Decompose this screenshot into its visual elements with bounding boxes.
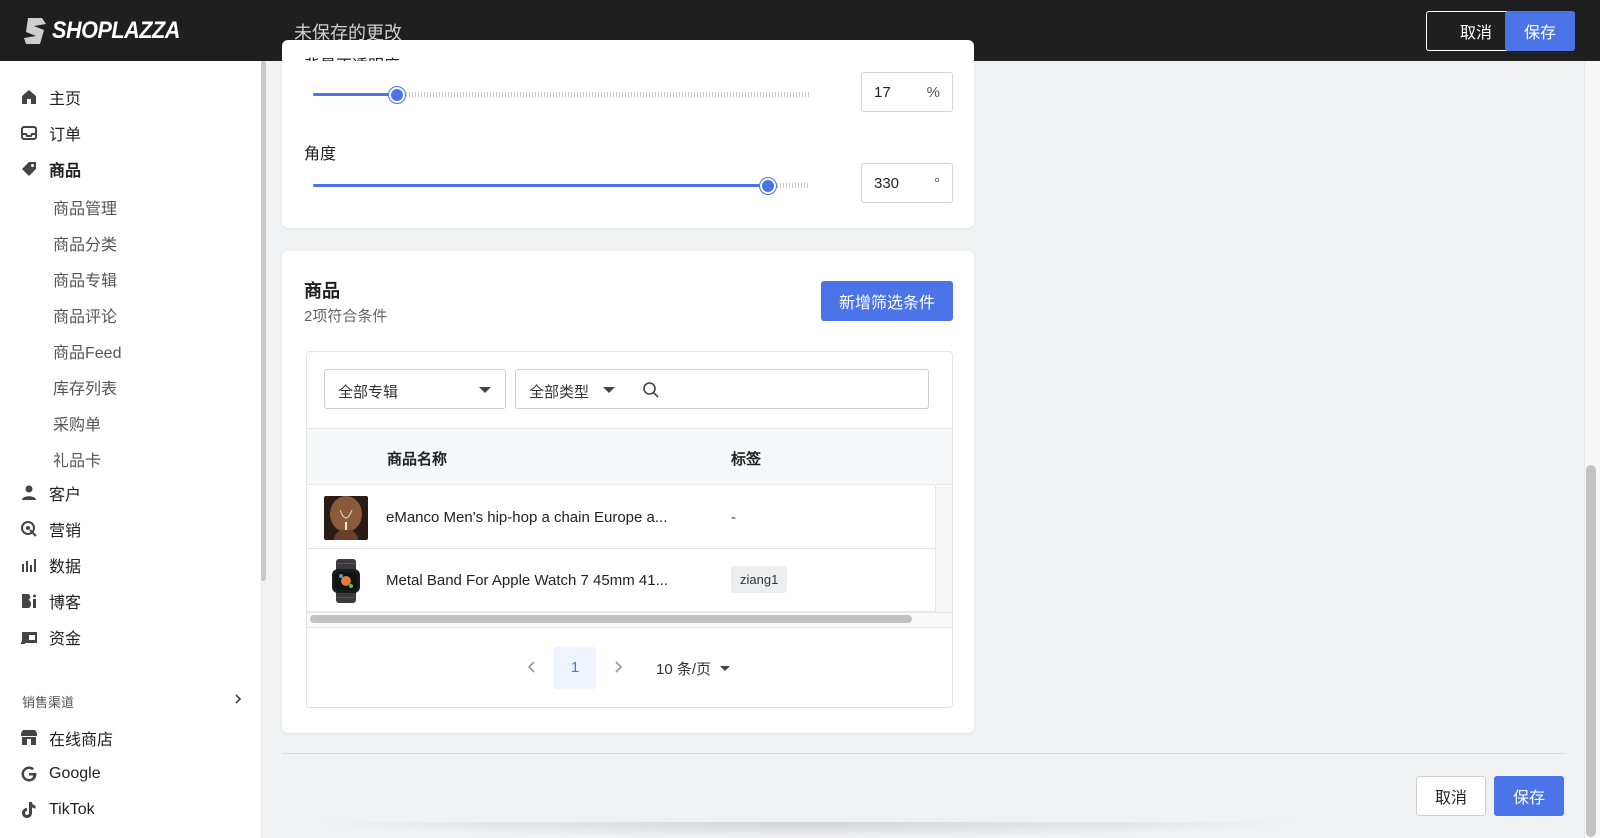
opacity-input[interactable]: 17 % bbox=[861, 72, 953, 112]
sidebar-sub-item-purchase-orders[interactable]: 采购单 bbox=[53, 411, 101, 434]
target-icon bbox=[20, 520, 38, 538]
inbox-icon bbox=[20, 124, 38, 142]
opacity-label: 背景不透明度 bbox=[304, 52, 400, 61]
sidebar-sub-item-gift-cards[interactable]: 礼品卡 bbox=[53, 447, 101, 470]
chevron-left-icon[interactable] bbox=[524, 659, 540, 675]
table-vertical-scroll-gutter bbox=[935, 486, 952, 628]
degree-unit: ° bbox=[934, 175, 940, 192]
sidebar-sub-item-product-feed[interactable]: 商品Feed bbox=[53, 339, 121, 362]
opacity-slider-handle[interactable] bbox=[389, 87, 405, 103]
main-scrollbar[interactable] bbox=[1586, 465, 1596, 837]
tag-icon bbox=[20, 160, 38, 178]
opacity-slider-fill bbox=[313, 93, 397, 96]
caret-down-icon bbox=[720, 666, 731, 671]
footer-divider bbox=[282, 753, 1565, 754]
logo-text: SHOPLAZZA bbox=[52, 17, 180, 44]
blog-icon bbox=[20, 592, 38, 610]
add-filter-button[interactable]: 新增筛选条件 bbox=[821, 281, 953, 321]
sidebar-item-customers[interactable]: 客户 bbox=[20, 481, 81, 505]
percent-unit: % bbox=[926, 84, 940, 101]
chevron-right-icon[interactable] bbox=[610, 659, 626, 675]
products-match-count: 2项符合条件 bbox=[304, 308, 388, 325]
sidebar-item-label: Google bbox=[49, 765, 101, 782]
sidebar-item-label: 资金 bbox=[49, 631, 82, 648]
angle-slider-handle[interactable] bbox=[760, 178, 776, 194]
product-search-input[interactable] bbox=[629, 369, 929, 409]
shoplazza-logo-icon bbox=[24, 18, 46, 44]
type-filter-select[interactable]: 全部类型 bbox=[515, 369, 630, 409]
page-size-value: 10 条/页 bbox=[656, 661, 712, 678]
opacity-slider-track bbox=[397, 92, 809, 97]
sidebar-sub-item-product-collections[interactable]: 商品专辑 bbox=[53, 267, 117, 290]
sidebar-scrollbar[interactable] bbox=[261, 61, 266, 581]
type-filter-value: 全部类型 bbox=[529, 384, 590, 401]
sidebar-item-label: 数据 bbox=[49, 559, 82, 576]
product-name[interactable]: Metal Band For Apple Watch 7 45mm 41... bbox=[386, 572, 668, 589]
bottom-shadow bbox=[300, 822, 1310, 838]
sidebar-item-marketing[interactable]: 营销 bbox=[20, 517, 81, 541]
sidebar-item-label: 商品 bbox=[49, 163, 82, 180]
sidebar-item-label: 主页 bbox=[49, 91, 82, 108]
sidebar-sub-item-inventory[interactable]: 库存列表 bbox=[53, 375, 117, 398]
bar-chart-icon bbox=[20, 556, 38, 574]
caret-down-icon bbox=[479, 387, 491, 393]
sidebar-item-google[interactable]: Google bbox=[20, 762, 101, 786]
sales-channels-label: 销售渠道 bbox=[22, 695, 75, 710]
angle-slider[interactable] bbox=[313, 178, 809, 194]
column-header-tags[interactable]: 标签 bbox=[731, 448, 761, 469]
sidebar-item-blog[interactable]: 博客 bbox=[20, 589, 81, 613]
products-title: 商品 bbox=[304, 281, 340, 301]
angle-label: 角度 bbox=[304, 146, 337, 163]
product-name[interactable]: eManco Men's hip-hop a chain Europe a... bbox=[386, 509, 667, 526]
wallet-icon bbox=[20, 628, 38, 646]
table-header: 商品名称 标签 bbox=[307, 428, 952, 485]
chevron-right-icon[interactable] bbox=[232, 693, 244, 705]
caret-down-icon bbox=[603, 387, 615, 393]
collection-filter-select[interactable]: 全部专辑 bbox=[324, 369, 506, 409]
angle-value: 330 bbox=[874, 175, 900, 192]
sidebar-item-label: 营销 bbox=[49, 523, 82, 540]
product-tag[interactable]: ziang1 bbox=[731, 566, 788, 593]
sidebar-item-online-store[interactable]: 在线商店 bbox=[20, 726, 113, 750]
sidebar-item-orders[interactable]: 订单 bbox=[20, 121, 81, 145]
sidebar-item-label: 在线商店 bbox=[49, 732, 114, 749]
sidebar-sub-item-product-management[interactable]: 商品管理 bbox=[53, 195, 117, 218]
cancel-button-bottom[interactable]: 取消 bbox=[1416, 776, 1486, 816]
save-button-top[interactable]: 保存 bbox=[1505, 11, 1575, 51]
column-header-product-name[interactable]: 商品名称 bbox=[387, 448, 447, 469]
sidebar-item-analytics[interactable]: 数据 bbox=[20, 553, 81, 577]
home-icon bbox=[20, 88, 38, 106]
search-icon bbox=[643, 382, 659, 398]
sidebar-sub-item-product-categories[interactable]: 商品分类 bbox=[53, 231, 117, 254]
sidebar-item-label: 订单 bbox=[49, 127, 82, 144]
opacity-value: 17 bbox=[874, 84, 891, 101]
sidebar-item-label: TikTok bbox=[49, 801, 95, 818]
store-icon bbox=[20, 729, 38, 747]
sidebar-item-label: 博客 bbox=[49, 595, 82, 612]
opacity-slider[interactable] bbox=[313, 87, 809, 103]
sidebar-item-tiktok[interactable]: TikTok bbox=[20, 798, 95, 822]
pagination-current-page[interactable]: 1 bbox=[554, 647, 596, 689]
collection-filter-value: 全部专辑 bbox=[338, 384, 399, 401]
table-row[interactable]: eManco Men's hip-hop a chain Europe a...… bbox=[307, 486, 935, 549]
product-tag-empty: - bbox=[731, 509, 736, 526]
sidebar-item-label: 客户 bbox=[49, 487, 82, 504]
person-icon bbox=[20, 484, 38, 502]
sidebar-item-home[interactable]: 主页 bbox=[20, 85, 81, 109]
save-button-bottom[interactable]: 保存 bbox=[1494, 776, 1564, 816]
product-thumbnail bbox=[324, 559, 368, 603]
shoplazza-logo[interactable]: SHOPLAZZA bbox=[22, 16, 194, 46]
google-icon bbox=[20, 765, 38, 783]
tiktok-icon bbox=[20, 801, 38, 819]
product-thumbnail bbox=[324, 496, 368, 540]
table-row[interactable]: Metal Band For Apple Watch 7 45mm 41... … bbox=[307, 549, 935, 612]
angle-slider-fill bbox=[313, 184, 768, 187]
table-horizontal-scrollbar[interactable] bbox=[310, 615, 912, 623]
angle-input[interactable]: 330 ° bbox=[861, 163, 953, 203]
sidebar-item-products[interactable]: 商品 bbox=[20, 157, 81, 181]
sidebar-item-finance[interactable]: 资金 bbox=[20, 625, 81, 649]
page-size-select[interactable]: 10 条/页 bbox=[656, 658, 731, 679]
sidebar-sub-item-product-reviews[interactable]: 商品评论 bbox=[53, 303, 117, 326]
